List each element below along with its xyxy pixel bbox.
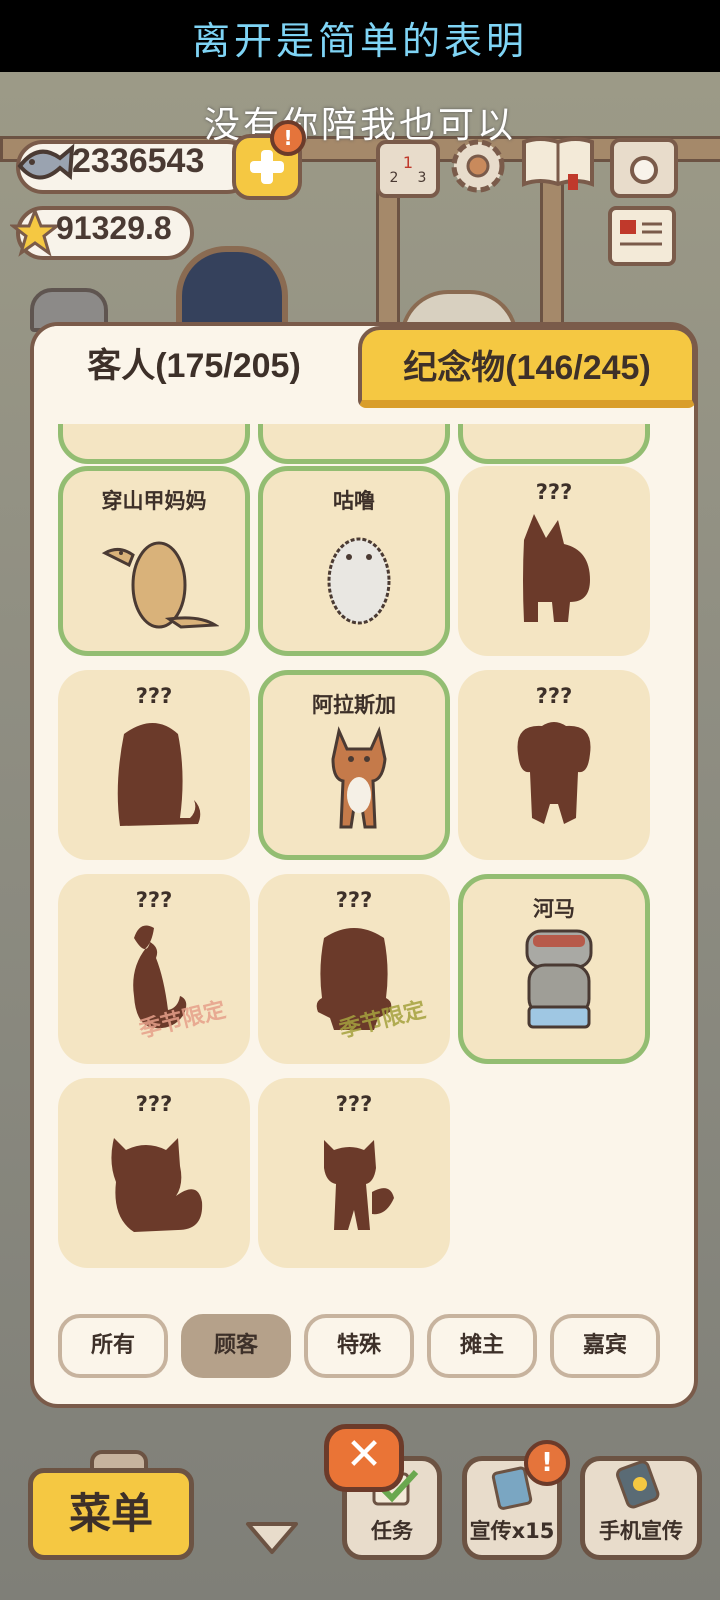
menu-label: 菜单 [68, 1489, 153, 1538]
guest-grid[interactable]: 穿山甲妈妈 咕噜 ??? ??? 阿拉斯加 ??? ??? 季节限定 ??? 季… [50, 424, 670, 1294]
guest-card-unknown[interactable]: ??? 季节限定 [258, 874, 450, 1064]
exclamation-icon: ! [524, 1440, 570, 1486]
guest-card-gulu[interactable]: 咕噜 [258, 466, 450, 656]
guest-card-unknown[interactable]: ??? [58, 670, 250, 860]
fish-icon [14, 136, 78, 196]
exclamation-icon: ! [270, 120, 306, 156]
close-icon: ✕ [345, 1429, 383, 1480]
guest-card-unknown[interactable]: ??? [458, 670, 650, 860]
svg-text:1: 1 [403, 153, 413, 172]
filter-customers[interactable]: 顾客 [181, 1314, 291, 1378]
guest-card[interactable] [258, 424, 450, 464]
promo-label: 宣传x15 [469, 1519, 555, 1543]
filter-special[interactable]: 特殊 [304, 1314, 414, 1378]
tab-souvenirs-label: 纪念物(146/245) [403, 349, 651, 387]
guest-card-alaskan[interactable]: 阿拉斯加 [258, 670, 450, 860]
ranking-icon[interactable]: 12 3 [376, 140, 440, 198]
guest-name: 河马 [533, 897, 575, 921]
silhouette-icon [324, 1140, 394, 1230]
book-icon[interactable] [520, 134, 596, 192]
guest-name: ??? [535, 480, 573, 504]
silhouette-icon [111, 1138, 203, 1232]
gear-icon[interactable] [448, 136, 508, 196]
guest-card-unknown[interactable]: ??? [58, 1078, 250, 1268]
guest-name: ??? [535, 684, 573, 708]
silhouette-icon [517, 722, 591, 824]
filter-all[interactable]: 所有 [58, 1314, 168, 1378]
guest-card[interactable] [458, 424, 650, 464]
guest-card[interactable] [58, 424, 250, 464]
guest-card-unknown[interactable]: ??? [458, 466, 650, 656]
newspaper-icon[interactable] [608, 206, 676, 266]
tab-guests-label: 客人(175/205) [87, 347, 301, 385]
star-count: 91329.8 [56, 210, 172, 246]
guest-card-unknown[interactable]: ??? 季节限定 [58, 874, 250, 1064]
guest-name: 咕噜 [333, 489, 375, 513]
guest-name: 穿山甲妈妈 [101, 489, 207, 513]
svg-text:2: 2 [390, 170, 399, 186]
guest-name: ??? [335, 1092, 373, 1116]
guest-name: ??? [135, 1092, 173, 1116]
tasks-label: 任务 [371, 1519, 413, 1543]
hippo-sprite [525, 929, 593, 1029]
guest-name: ??? [135, 888, 173, 912]
svg-text:3: 3 [418, 170, 427, 186]
guest-name: ??? [135, 684, 173, 708]
phone-promo-label: 手机宣传 [599, 1519, 683, 1543]
pangolin-sprite [101, 541, 219, 629]
filter-vendors[interactable]: 摊主 [427, 1314, 537, 1378]
guest-card-unknown[interactable]: ??? [258, 1078, 450, 1268]
silhouette-icon [117, 723, 201, 826]
phone-icon [614, 1460, 664, 1514]
hedgehog-sprite [327, 537, 391, 625]
guest-name: 阿拉斯加 [312, 693, 396, 717]
chevron-down-icon[interactable] [244, 1520, 300, 1560]
lyric-line-1: 离开是简单的表明 [191, 19, 528, 63]
silhouette-icon [523, 514, 590, 622]
guest-name: ??? [335, 888, 373, 912]
guest-card-hippo[interactable]: 河马 [458, 874, 650, 1064]
guest-card-pangolin[interactable]: 穿山甲妈妈 [58, 466, 250, 656]
camera-icon[interactable] [610, 138, 678, 198]
star-icon [8, 206, 62, 262]
dog-sprite [331, 726, 387, 829]
fish-count: 2336543 [72, 142, 205, 180]
filter-guests[interactable]: 嘉宾 [550, 1314, 660, 1378]
